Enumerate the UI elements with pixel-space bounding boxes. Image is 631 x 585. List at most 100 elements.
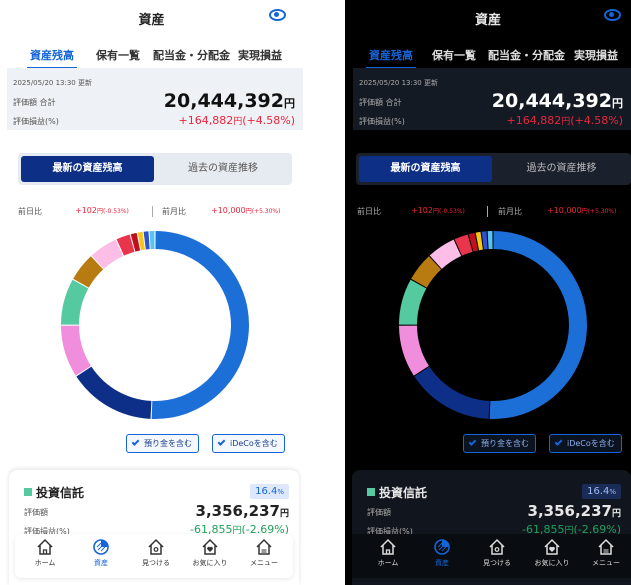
updated-time: 2025/05/20 13:30 更新 bbox=[359, 79, 438, 87]
app-header: 資産 bbox=[0, 0, 303, 36]
page-title: 資産 bbox=[138, 13, 165, 28]
eval-label: 評価額 bbox=[24, 508, 48, 517]
summary-box: 2025/05/20 13:30 更新 評価額 合計 評価損益(%) 20,44… bbox=[7, 68, 303, 130]
tab-holdings[interactable]: 保有一覧 bbox=[96, 47, 140, 63]
nav-discover[interactable]: 見つける bbox=[128, 538, 184, 568]
segment-history[interactable]: 過去の資産推移 bbox=[154, 156, 292, 182]
prev-day-value: +102円(-0.53%) bbox=[75, 206, 129, 215]
asset-donut-chart bbox=[399, 231, 587, 419]
total-value: 20,444,392円 bbox=[163, 90, 295, 112]
prev-month-label: 前月比 bbox=[498, 207, 522, 216]
prev-day-label: 前日比 bbox=[18, 207, 42, 216]
segment-latest[interactable]: 最新の資産残高 bbox=[21, 156, 154, 182]
category-color-swatch bbox=[24, 488, 32, 496]
check-icon bbox=[131, 438, 140, 446]
category-name: 投資信託 bbox=[379, 486, 428, 500]
tab-balance[interactable]: 資産残高 bbox=[27, 47, 77, 70]
view-segment: 最新の資産残高 過去の資産推移 bbox=[356, 153, 631, 185]
pie-chart-icon bbox=[93, 539, 109, 555]
check-icon bbox=[468, 438, 477, 446]
donut-slice bbox=[481, 231, 488, 250]
nav-favorites[interactable]: お気に入り bbox=[182, 538, 238, 568]
include-deposit-toggle[interactable]: 預り金を含む bbox=[126, 434, 199, 453]
nav-assets[interactable]: 資産 bbox=[414, 538, 470, 568]
nav-menu[interactable]: メニュー bbox=[578, 538, 631, 568]
favorites-icon bbox=[202, 538, 218, 555]
eye-icon[interactable] bbox=[604, 9, 621, 21]
eval-total-label: 評価額 合計 bbox=[13, 98, 56, 107]
app-header: 資産 bbox=[345, 0, 631, 36]
nav-home[interactable]: ホーム bbox=[17, 538, 73, 568]
summary-box: 2025/05/20 13:30 更新 評価額 合計 評価損益(%) 20,44… bbox=[353, 68, 631, 130]
asset-donut-chart bbox=[61, 231, 249, 419]
tab-holdings[interactable]: 保有一覧 bbox=[432, 47, 476, 63]
eye-icon[interactable] bbox=[269, 9, 286, 21]
tab-dividends[interactable]: 配当金・分配金 bbox=[488, 47, 565, 63]
menu-icon bbox=[598, 538, 614, 555]
donut-slice bbox=[487, 231, 493, 250]
donut-slice bbox=[76, 366, 152, 419]
donut-slice bbox=[143, 231, 150, 250]
pl-value: +164,882円(+4.58%) bbox=[178, 114, 295, 127]
pie-chart-icon bbox=[434, 539, 450, 555]
donut-slice bbox=[151, 231, 249, 419]
tab-bar: 資産残高 保有一覧 配当金・分配金 実現損益 bbox=[0, 44, 303, 70]
category-share-badge: 16.4% bbox=[250, 484, 289, 499]
comparison-row: 前日比 +102円(-0.53%) 前月比 +10,000円(+5.30%) bbox=[345, 206, 631, 220]
donut-slice bbox=[61, 279, 89, 325]
donut-slice bbox=[61, 325, 91, 376]
nav-favorites[interactable]: お気に入り bbox=[524, 538, 580, 568]
donut-slice bbox=[399, 325, 429, 376]
comparison-row: 前日比 +102円(-0.53%) 前月比 +10,000円(+5.30%) bbox=[0, 206, 303, 220]
donut-slice bbox=[399, 279, 427, 325]
prev-month-label: 前月比 bbox=[162, 207, 186, 216]
donut-slice bbox=[149, 231, 155, 250]
tab-balance[interactable]: 資産残高 bbox=[366, 47, 416, 70]
dark-theme-panel: 資産 資産残高 保有一覧 配当金・分配金 実現損益 2025/05/20 13:… bbox=[345, 0, 631, 585]
pl-value: +164,882円(+4.58%) bbox=[506, 114, 623, 127]
check-icon bbox=[217, 438, 226, 446]
comparison-divider bbox=[487, 206, 488, 217]
discover-icon bbox=[489, 538, 505, 555]
donut-slice bbox=[489, 231, 587, 419]
include-ideco-toggle[interactable]: iDeCoを含む bbox=[212, 434, 285, 453]
prev-month-value: +10,000円(+5.30%) bbox=[211, 206, 281, 215]
tab-dividends[interactable]: 配当金・分配金 bbox=[153, 47, 230, 63]
include-deposit-toggle[interactable]: 預り金を含む bbox=[463, 434, 536, 453]
tab-bar: 資産残高 保有一覧 配当金・分配金 実現損益 bbox=[345, 44, 631, 70]
nav-menu[interactable]: メニュー bbox=[236, 538, 292, 568]
eval-label: 評価額 bbox=[367, 508, 391, 517]
home-icon bbox=[37, 538, 53, 555]
segment-latest[interactable]: 最新の資産残高 bbox=[359, 156, 492, 182]
eval-total-label: 評価額 合計 bbox=[359, 98, 402, 107]
category-color-swatch bbox=[367, 488, 375, 496]
comparison-divider bbox=[152, 206, 153, 217]
eval-value: 3,356,237円 bbox=[527, 502, 621, 520]
page-title: 資産 bbox=[474, 13, 501, 28]
pl-label: 評価損益(%) bbox=[13, 117, 59, 126]
updated-time: 2025/05/20 13:30 更新 bbox=[13, 79, 92, 87]
total-value: 20,444,392円 bbox=[491, 90, 623, 112]
category-name: 投資信託 bbox=[36, 486, 85, 500]
donut-slice bbox=[414, 366, 490, 419]
tab-realized[interactable]: 実現損益 bbox=[574, 47, 618, 63]
prev-day-label: 前日比 bbox=[357, 207, 381, 216]
light-theme-panel: 資産 資産残高 保有一覧 配当金・分配金 実現損益 2025/05/20 13:… bbox=[0, 0, 303, 585]
prev-day-value: +102円(-0.53%) bbox=[411, 206, 465, 215]
bottom-nav: ホーム 資産 見つける お気に入り メニュー bbox=[352, 534, 631, 578]
view-segment: 最新の資産残高 過去の資産推移 bbox=[18, 153, 292, 185]
category-share-badge: 16.4% bbox=[582, 484, 621, 499]
eval-value: 3,356,237円 bbox=[195, 502, 289, 520]
favorites-icon bbox=[544, 538, 560, 555]
nav-home[interactable]: ホーム bbox=[360, 538, 416, 568]
nav-discover[interactable]: 見つける bbox=[469, 538, 525, 568]
include-ideco-toggle[interactable]: iDeCoを含む bbox=[549, 434, 622, 453]
nav-assets[interactable]: 資産 bbox=[73, 538, 129, 568]
pl-label: 評価損益(%) bbox=[359, 117, 405, 126]
tab-realized[interactable]: 実現損益 bbox=[238, 47, 282, 63]
bottom-nav: ホーム 資産 見つける お気に入り メニュー bbox=[15, 534, 293, 578]
home-icon bbox=[380, 538, 396, 555]
menu-icon bbox=[256, 538, 272, 555]
segment-history[interactable]: 過去の資産推移 bbox=[492, 156, 631, 182]
discover-icon bbox=[148, 538, 164, 555]
